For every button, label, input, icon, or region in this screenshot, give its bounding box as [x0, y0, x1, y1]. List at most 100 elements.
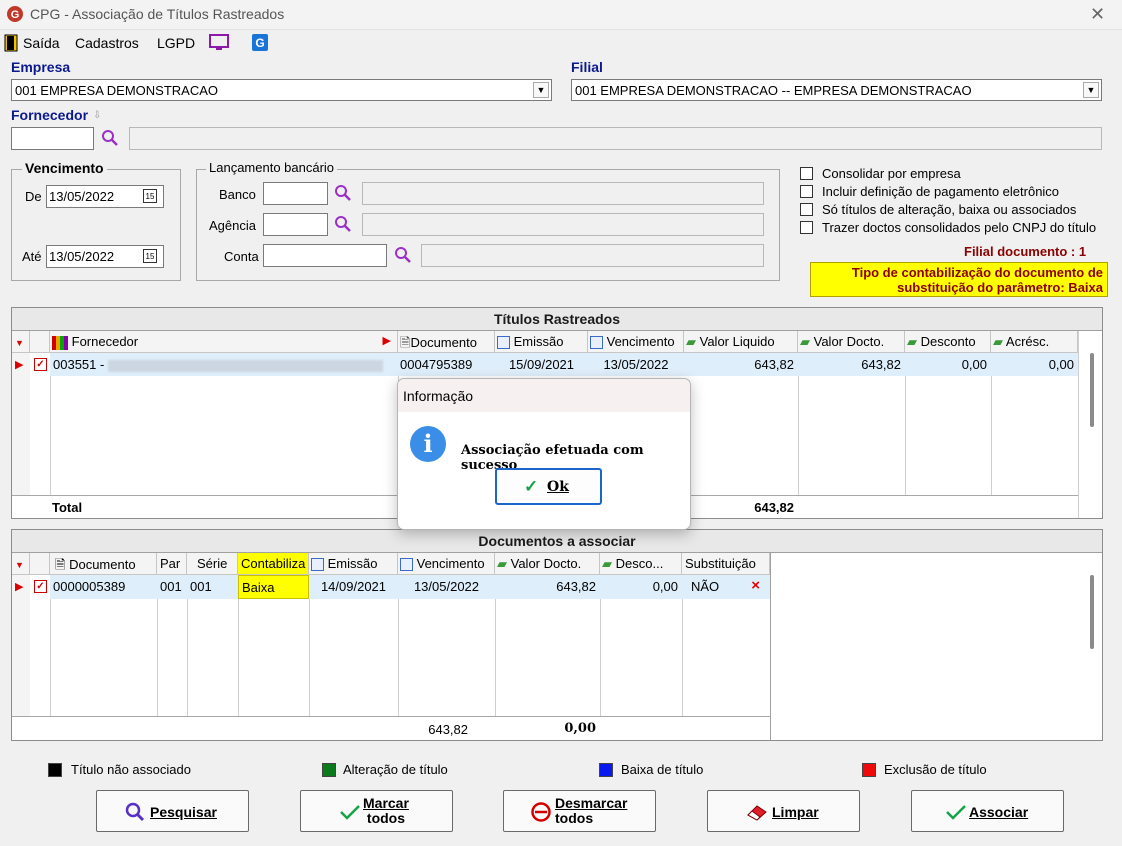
chevron-down-icon: ▼ — [533, 82, 549, 98]
desmarcar-todos-button[interactable]: Desmarcar todos — [503, 790, 656, 832]
documentos-total-row: 643,82 0,00 — [12, 716, 770, 740]
vertical-scrollbar[interactable] — [1090, 575, 1094, 649]
svg-text:G: G — [11, 9, 20, 21]
search-icon[interactable] — [101, 129, 119, 147]
cell-acresc: 0,00 — [991, 353, 1078, 376]
row-checkbox[interactable]: ✓ — [34, 580, 47, 593]
check-column-header — [30, 331, 50, 353]
filial-documento: Filial documento : 1 — [964, 244, 1087, 259]
col-desconto[interactable]: ▰ Desco... — [600, 553, 682, 575]
cell-valor-liquido: 643,82 — [684, 353, 798, 376]
col-emissao[interactable]: Emissão — [309, 553, 398, 575]
option-checkbox[interactable] — [800, 221, 813, 234]
col-vencimento[interactable]: Vencimento — [588, 331, 684, 353]
empresa-select[interactable]: 001 EMPRESA DEMONSTRACAO ▼ — [11, 79, 552, 101]
col-label: Desco... — [615, 556, 664, 571]
col-substituicao[interactable]: Substituição — [682, 553, 770, 575]
money-icon: ▰ — [907, 334, 917, 349]
chevron-down-icon: ▼ — [1083, 82, 1099, 98]
col-contabiliza[interactable]: Contabiliza — [238, 553, 309, 575]
search-icon[interactable] — [334, 215, 352, 233]
total-value: 643,82 — [754, 500, 794, 515]
pesquisar-button[interactable]: Pesquisar — [96, 790, 249, 832]
lancamento-title: Lançamento bancário — [206, 160, 338, 175]
tipo-contabilizacao-notice: Tipo de contabilização do documento de s… — [810, 262, 1108, 297]
option-so-titulos[interactable]: Só títulos de alteração, baixa ou associ… — [800, 202, 1110, 220]
marcar-todos-button[interactable]: Marcar todos — [300, 790, 453, 832]
col-documento[interactable]: 🗎 Documento — [50, 553, 157, 575]
col-fornecedor[interactable]: Fornecedor ▶ — [50, 331, 398, 353]
calendar-icon — [400, 558, 413, 572]
option-cnpj[interactable]: Trazer doctos consolidados pelo CNPJ do … — [800, 220, 1110, 238]
legend-label: Título não associado — [71, 762, 191, 777]
tipo-contabilizacao-line2: substituição do parâmetro: Baixa — [897, 280, 1103, 295]
option-consolidar[interactable]: Consolidar por empresa — [800, 166, 1110, 184]
empresa-value: 001 EMPRESA DEMONSTRACAO — [15, 83, 218, 98]
exit-door-icon[interactable] — [4, 34, 18, 52]
fornecedor-code-input[interactable] — [11, 127, 94, 150]
row-indicator-column — [12, 376, 30, 495]
ok-button[interactable]: ✓ Ok — [495, 468, 602, 505]
table-row[interactable]: ▶ ✓ 003551 - 0004795389 15/09/2021 13/05… — [12, 353, 1078, 376]
limpar-button[interactable]: Limpar — [707, 790, 860, 832]
col-emissao[interactable]: Emissão — [495, 331, 588, 353]
ok-label: Ok — [547, 479, 569, 495]
col-acresc[interactable]: ▰ Acrésc. — [991, 331, 1078, 353]
conta-input[interactable] — [263, 244, 387, 267]
option-checkbox[interactable] — [800, 203, 813, 216]
money-icon: ▰ — [993, 334, 1003, 349]
eraser-icon — [747, 805, 767, 821]
cell-contabiliza[interactable]: Baixa — [238, 575, 309, 599]
divider — [238, 599, 239, 716]
calendar-icon[interactable]: 15 — [143, 189, 157, 203]
agencia-input[interactable] — [263, 213, 328, 236]
divider — [1078, 331, 1079, 518]
search-icon[interactable] — [394, 246, 412, 264]
row-pointer-icon: ▶ — [12, 575, 30, 599]
option-checkbox[interactable] — [800, 167, 813, 180]
col-valor-docto[interactable]: ▰ Valor Docto. — [495, 553, 600, 575]
col-serie[interactable]: Série — [187, 553, 238, 575]
row-checkbox[interactable]: ✓ — [34, 358, 47, 371]
calendar-icon[interactable]: 15 — [143, 249, 157, 263]
remove-icon[interactable]: × — [751, 577, 760, 594]
titulos-grid-title: Títulos Rastreados — [12, 308, 1102, 331]
documentos-grid-title: Documentos a associar — [12, 530, 1102, 553]
col-valor-docto[interactable]: ▰ Valor Docto. — [798, 331, 905, 353]
cell-par: 001 — [157, 575, 187, 599]
associar-button[interactable]: Associar — [911, 790, 1064, 832]
search-icon[interactable] — [334, 184, 352, 202]
monitor-icon[interactable] — [208, 33, 230, 52]
col-valor-liquido[interactable]: ▰ Valor Liquido — [684, 331, 798, 353]
app-logo-icon: G — [7, 6, 23, 22]
col-vencimento[interactable]: Vencimento — [398, 553, 495, 575]
dialog-header: Informação — [398, 379, 690, 412]
document-icon: 🗎 — [55, 557, 66, 572]
brand-g-icon[interactable]: G — [251, 33, 269, 52]
vertical-scrollbar[interactable] — [1090, 353, 1094, 427]
option-label: Consolidar por empresa — [822, 166, 961, 181]
banco-input[interactable] — [263, 182, 328, 205]
menu-saida[interactable]: Saída — [23, 35, 60, 51]
agencia-name-field — [362, 213, 764, 236]
divider — [50, 376, 51, 495]
filial-label: Filial — [571, 59, 603, 75]
divider — [798, 376, 799, 495]
calendar-icon — [497, 336, 510, 350]
option-pagamento-eletronico[interactable]: Incluir definição de pagamento eletrônic… — [800, 184, 1110, 202]
table-row[interactable]: ▶ ✓ 0000005389 001 001 Baixa 14/09/2021 … — [12, 575, 770, 599]
divider — [905, 376, 906, 495]
col-desconto[interactable]: ▰ Desconto — [905, 331, 991, 353]
divider — [309, 599, 310, 716]
cell-valor-docto: 643,82 — [798, 353, 905, 376]
option-checkbox[interactable] — [800, 185, 813, 198]
col-label: Valor Docto. — [813, 334, 885, 349]
divider — [50, 599, 51, 716]
col-par[interactable]: Par — [157, 553, 187, 575]
col-documento[interactable]: 🗎Documento — [398, 331, 495, 353]
close-icon[interactable]: ✕ — [1090, 4, 1105, 25]
menu-cadastros[interactable]: Cadastros — [75, 35, 139, 51]
check-icon — [946, 805, 966, 820]
filial-select[interactable]: 001 EMPRESA DEMONSTRACAO -- EMPRESA DEMO… — [571, 79, 1102, 101]
menu-lgpd[interactable]: LGPD — [157, 35, 195, 51]
